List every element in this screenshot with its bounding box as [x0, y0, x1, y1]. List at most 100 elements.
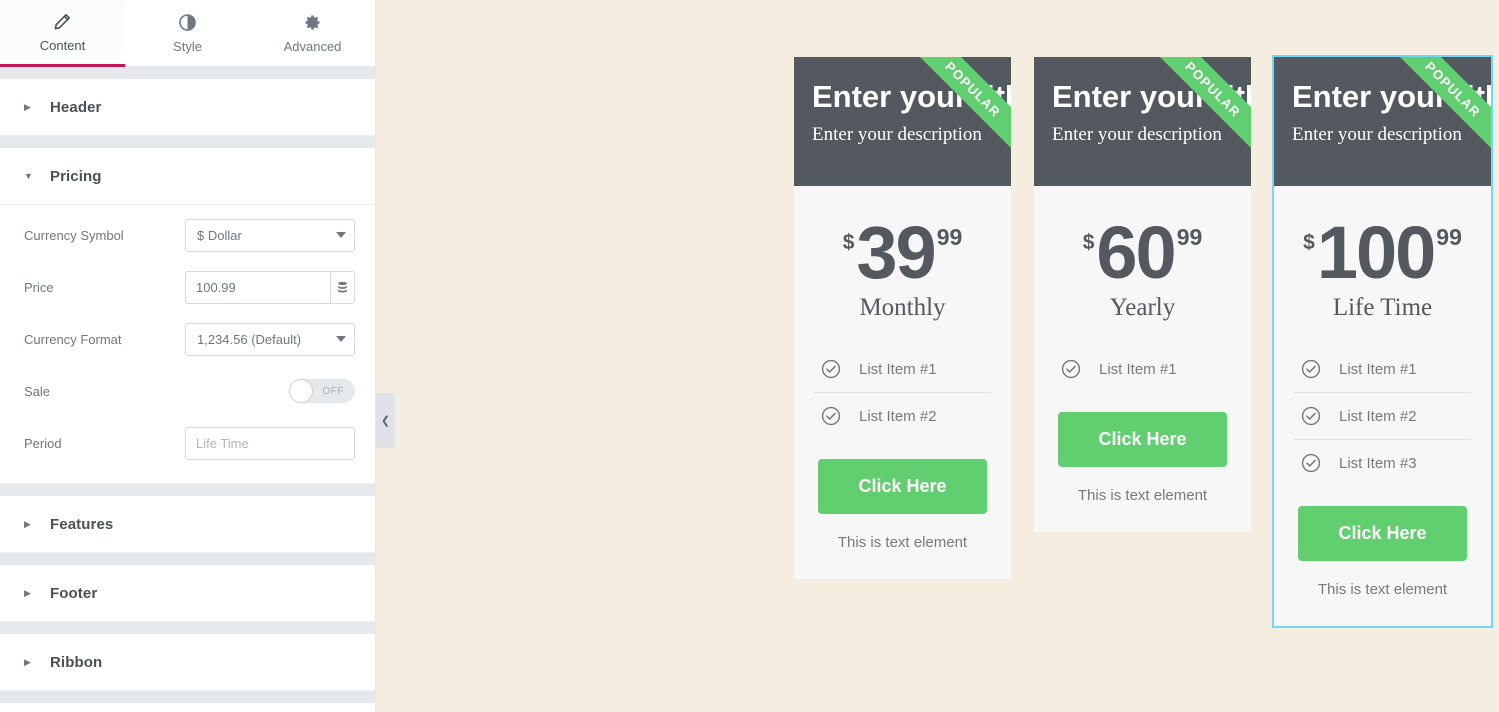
feature-label: List Item #1 — [1339, 360, 1417, 378]
sale-toggle[interactable]: OFF — [289, 379, 355, 403]
price-line: $60 99 — [1034, 216, 1251, 290]
tab-advanced-label: Advanced — [283, 38, 342, 54]
currency-symbol-select[interactable]: $ Dollar — [185, 218, 355, 252]
currency-format-select[interactable]: 1,234.56 (Default) — [185, 322, 355, 356]
price-integer: 60 — [1096, 211, 1176, 294]
price-block: $100 99 Life Time — [1274, 186, 1491, 326]
price-label: Price — [24, 279, 54, 295]
currency-symbol-value: $ Dollar — [197, 227, 242, 243]
cta-wrapper: Click Here — [1274, 486, 1491, 561]
feature-label: List Item #2 — [859, 407, 937, 425]
section-footer-label: Footer — [50, 584, 98, 602]
feature-item: List Item #1 — [1050, 346, 1235, 392]
section-wrapper-link[interactable]: ▶ Wrapper Link — [0, 703, 375, 712]
chevron-right-icon: ▶ — [24, 518, 31, 529]
section-header[interactable]: ▶ Header — [0, 79, 375, 136]
currency-symbol: $ — [1082, 231, 1095, 254]
currency-format-label: Currency Format — [24, 331, 122, 347]
section-divider — [0, 622, 375, 634]
section-ribbon-label: Ribbon — [50, 653, 103, 671]
price-block: $60 99 Yearly — [1034, 186, 1251, 326]
pricing-controls: Currency Symbol $ Dollar Price 100.99 Cu… — [0, 205, 375, 484]
cta-button[interactable]: Click Here — [1058, 412, 1227, 467]
card-description: Enter your description — [812, 123, 982, 145]
price-fraction: 99 — [1436, 224, 1462, 250]
chevron-left-icon: ❮ — [380, 415, 391, 427]
check-circle-icon — [1300, 405, 1322, 427]
price-block: $39 99 Monthly — [794, 186, 1011, 326]
currency-symbol: $ — [842, 231, 855, 254]
tab-content-label: Content — [39, 37, 86, 53]
section-ribbon[interactable]: ▶ Ribbon — [0, 634, 375, 691]
section-pricing[interactable]: ▼ Pricing — [0, 148, 375, 205]
card-description: Enter your description — [1292, 123, 1462, 145]
price-period: Yearly — [1109, 294, 1176, 321]
cta-button[interactable]: Click Here — [1298, 506, 1467, 561]
tab-advanced[interactable]: Advanced — [250, 0, 375, 67]
control-price: Price — [24, 261, 355, 313]
section-footer[interactable]: ▶ Footer — [0, 565, 375, 622]
currency-symbol: $ — [1303, 231, 1315, 254]
card-footer-text: This is text element — [1317, 581, 1448, 598]
features-list: List Item #1 List Item #2 List Item #3 — [1274, 326, 1491, 486]
card-footer-text: This is text element — [1077, 487, 1208, 504]
section-divider — [0, 136, 375, 148]
price-integer: 39 — [856, 211, 936, 294]
price-period: Life Time — [1332, 294, 1433, 321]
period-input[interactable] — [185, 426, 355, 460]
control-period: Period — [24, 417, 355, 469]
section-features-label: Features — [50, 515, 114, 533]
currency-symbol-label: Currency Symbol — [24, 227, 124, 243]
feature-item: List Item #2 — [1290, 393, 1475, 439]
chevron-down-icon — [336, 336, 346, 342]
feature-label: List Item #1 — [859, 360, 937, 378]
price-line: $39 99 — [794, 216, 1011, 290]
feature-item: List Item #1 — [1290, 346, 1475, 392]
section-features[interactable]: ▶ Features — [0, 496, 375, 553]
editor-canvas: POPULAR Enter your title Enter your descri… — [395, 0, 1499, 712]
section-pricing-label: Pricing — [50, 167, 102, 185]
price-input-wrapper — [185, 270, 355, 304]
feature-label: List Item #3 — [1339, 454, 1417, 472]
check-circle-icon — [820, 405, 842, 427]
check-circle-icon — [1060, 358, 1082, 380]
feature-item: List Item #2 — [810, 393, 995, 439]
price-line: $100 99 — [1274, 216, 1491, 290]
dynamic-tags-icon[interactable] — [330, 271, 354, 303]
feature-label: List Item #2 — [1339, 407, 1417, 425]
period-label: Period — [24, 435, 62, 451]
feature-item: List Item #3 — [1290, 440, 1475, 486]
check-circle-icon — [1300, 358, 1322, 380]
control-currency-format: Currency Format 1,234.56 (Default) — [24, 313, 355, 365]
chevron-down-icon: ▼ — [24, 170, 33, 181]
cta-wrapper: Click Here — [794, 439, 1011, 514]
panel-tabs: Content Style Advanced — [0, 0, 375, 67]
pricing-card[interactable]: POPULAR Enter your title Enter your descri… — [794, 57, 1011, 579]
check-circle-icon — [1300, 452, 1322, 474]
pencil-icon — [53, 12, 72, 32]
cta-button[interactable]: Click Here — [818, 459, 987, 514]
sale-label: Sale — [24, 383, 51, 399]
elementor-settings-panel: Content Style Advanced ▶ Header ▼ Pricin… — [0, 0, 376, 712]
tab-style-label: Style — [173, 38, 202, 54]
card-header: POPULAR Enter your title Enter your descri… — [1034, 57, 1251, 186]
pricing-card[interactable]: POPULAR Enter your title Enter your descri… — [1272, 55, 1493, 628]
features-list: List Item #1 — [1034, 326, 1251, 392]
chevron-right-icon: ▶ — [24, 587, 31, 598]
price-input[interactable] — [186, 271, 331, 303]
tab-content[interactable]: Content — [0, 0, 125, 67]
feature-item: List Item #1 — [810, 346, 995, 392]
panel-collapse-handle[interactable]: ❮ — [376, 393, 395, 448]
control-currency-symbol: Currency Symbol $ Dollar — [24, 209, 355, 261]
control-sale: Sale OFF — [24, 365, 355, 417]
price-fraction: 99 — [936, 224, 963, 250]
tab-style[interactable]: Style — [125, 0, 250, 67]
pricing-table-widget: POPULAR Enter your title Enter your descri… — [395, 0, 1499, 628]
price-fraction: 99 — [1176, 224, 1203, 250]
pricing-card[interactable]: POPULAR Enter your title Enter your descri… — [1034, 57, 1251, 532]
section-divider — [0, 553, 375, 565]
feature-label: List Item #1 — [1099, 360, 1177, 378]
card-description: Enter your description — [1052, 123, 1222, 145]
gear-icon — [303, 13, 322, 33]
cta-wrapper: Click Here — [1034, 392, 1251, 467]
